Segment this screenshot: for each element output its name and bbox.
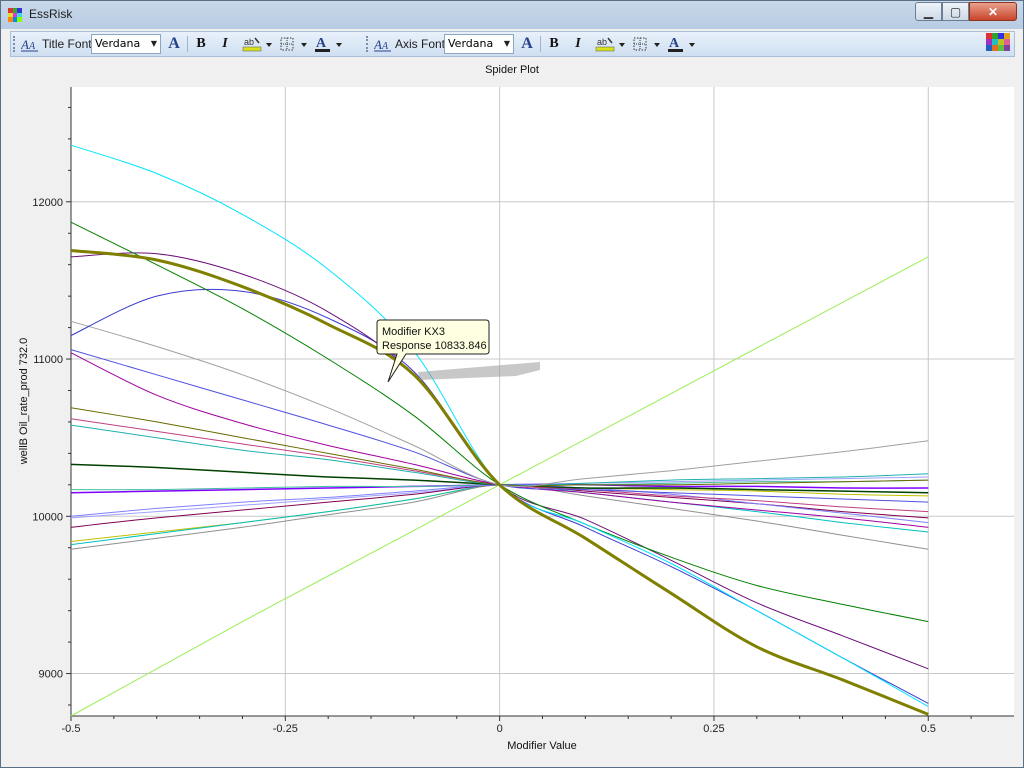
x-axis-label: Modifier Value [507,740,577,752]
plot-background [71,87,1014,716]
y-tick-label: 11000 [33,354,63,366]
chart-title: Spider Plot [485,64,539,76]
x-tick-label: 0.25 [703,723,724,735]
x-tick-label: -0.5 [62,723,81,735]
y-axis-label: wellB Oil_rate_prod 732.0 [18,337,30,465]
x-tick-label: -0.25 [273,723,298,735]
y-tick-label: 10000 [32,511,63,523]
y-tick-label: 12000 [32,197,63,209]
x-tick-label: 0.5 [921,723,936,735]
spider-plot-chart[interactable]: -0.5 -0.25 0 0.25 0.5 9000 10000 11000 12000 Mod… [0,0,1024,768]
tooltip-modifier: Modifier KX3 [382,326,445,338]
y-tick-label: 9000 [39,669,63,681]
x-tick-label: 0 [497,723,503,735]
tooltip-response: Response 10833.846 [382,340,487,352]
